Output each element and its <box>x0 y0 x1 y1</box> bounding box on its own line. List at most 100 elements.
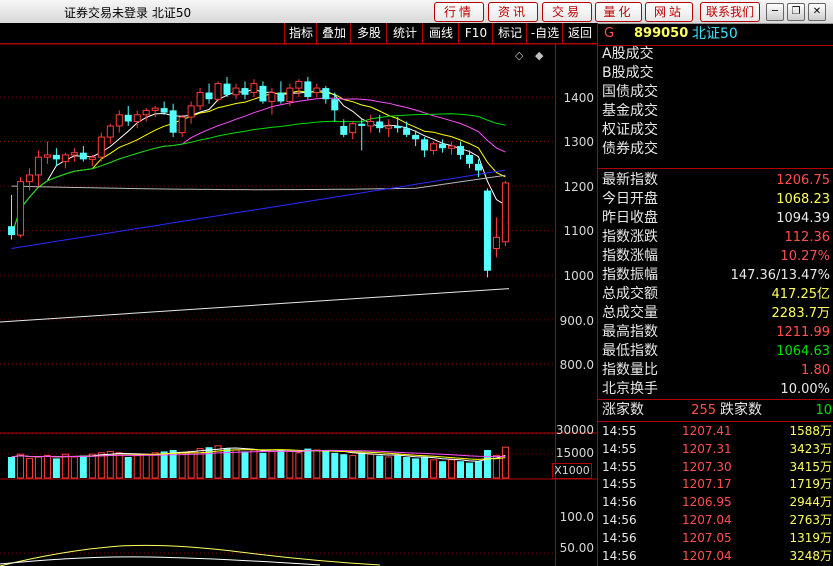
candlesticks <box>8 76 509 278</box>
window-title: 证券交易未登录 北证50 <box>64 6 192 20</box>
tick-row[interactable]: 14:55 1207.30 3415万 <box>598 459 833 477</box>
candle-body <box>394 125 402 129</box>
volume-bar <box>16 453 24 479</box>
volume-bar <box>241 451 249 478</box>
long-term-line <box>0 288 509 323</box>
stat-value: 1.80 <box>801 363 830 378</box>
volume-bar <box>151 452 159 479</box>
volume-bar <box>376 455 384 478</box>
candle <box>52 148 60 167</box>
stat-row: 最低指数 1064.63 <box>598 342 833 361</box>
tick-time: 14:56 <box>602 530 637 545</box>
nav-button-website[interactable]: 网站 <box>645 2 693 22</box>
tool-indicator[interactable]: 指标 <box>284 23 317 43</box>
tick-price: 1207.04 <box>682 512 732 527</box>
tool-draw-line[interactable]: 画线 <box>422 23 459 43</box>
tool-mark[interactable]: 标记 <box>492 23 527 43</box>
nav-button-market[interactable]: 行情 <box>434 2 484 22</box>
candle <box>97 132 105 162</box>
stat-row: 指数量比 1.80 <box>598 361 833 380</box>
tool-overlay[interactable]: 叠加 <box>316 23 351 43</box>
tool-back[interactable]: 返回 <box>562 23 597 43</box>
volume-bar <box>304 448 312 478</box>
tool-statistics[interactable]: 统计 <box>386 23 423 43</box>
candle <box>304 76 312 100</box>
nav-button-trade[interactable]: 交易 <box>542 2 592 22</box>
stat-row: 最高指数 1211.99 <box>598 323 833 342</box>
candle-body <box>70 152 78 156</box>
candle <box>43 141 51 164</box>
candle <box>169 103 177 138</box>
volume-bar <box>439 461 447 478</box>
close-icon[interactable]: ✕ <box>808 3 826 21</box>
volume-bar <box>358 452 366 478</box>
candle-body <box>43 154 51 158</box>
candle-body <box>501 182 509 243</box>
stat-label: 最高指数 <box>602 324 658 340</box>
tick-list[interactable]: 14:55 1207.41 1588万 14:55 1207.31 3423万 14:55 1… <box>598 423 833 565</box>
candle-body <box>250 83 258 94</box>
price-tick-900: 900.0 <box>559 314 594 328</box>
candle <box>160 101 168 115</box>
candle <box>133 110 141 129</box>
volume-bar <box>448 459 456 479</box>
kline-chart[interactable]: ◇ ◆ <box>0 44 597 566</box>
nav-button-news[interactable]: 资讯 <box>488 2 538 22</box>
shrink-icon[interactable]: ◆ <box>535 49 544 62</box>
tick-row[interactable]: 14:56 1207.05 1319万 <box>598 530 833 548</box>
candle-body <box>465 154 473 164</box>
candle-body <box>187 105 195 118</box>
candle-body <box>286 87 294 102</box>
tick-row[interactable]: 14:56 1207.04 3248万 <box>598 548 833 566</box>
candle-body <box>421 139 429 151</box>
tool-remove-watchlist[interactable]: -自选 <box>526 23 563 43</box>
tick-price: 1207.41 <box>682 424 732 438</box>
stat-value: 1068.23 <box>776 192 830 207</box>
nav-button-contact[interactable]: 联系我们 <box>700 2 760 22</box>
volume-bar <box>43 455 51 479</box>
indicator-tick-100: 100.0 <box>559 510 594 524</box>
candle-body <box>430 143 438 151</box>
candle <box>34 150 42 187</box>
stat-value: 112.36 <box>784 230 831 245</box>
tick-price: 1206.95 <box>682 495 732 510</box>
volume-bar <box>322 451 330 478</box>
diamond-icon[interactable]: ◇ <box>515 49 524 62</box>
tick-row[interactable]: 14:55 1207.17 1719万 <box>598 476 833 494</box>
index-stats: 最新指数 1206.75 今日开盘 1068.23 昨日收盘 1094.39 指数涨跌 112… <box>598 171 833 399</box>
volume-bar <box>349 455 357 479</box>
volume-bar <box>483 450 491 478</box>
tick-row[interactable]: 14:55 1207.41 1588万 <box>598 423 833 441</box>
candle <box>61 152 69 169</box>
candle <box>322 85 330 104</box>
title-bar: 证券交易未登录 北证50 行情 资讯 交易 量化 网站 联系我们 ─ ❐ ✕ <box>0 0 833 24</box>
volume-bar <box>70 456 78 479</box>
stat-row: 指数涨跌 112.36 <box>598 228 833 247</box>
tick-price: 1207.31 <box>682 441 732 456</box>
minimize-icon[interactable]: ─ <box>766 3 784 21</box>
restore-icon[interactable]: ❐ <box>787 3 805 21</box>
tick-row[interactable]: 14:56 1206.95 2944万 <box>598 494 833 512</box>
tool-f10[interactable]: F10 <box>458 23 493 43</box>
stat-value: 417.25亿 <box>771 287 831 302</box>
nav-button-quant[interactable]: 量化 <box>595 2 642 22</box>
tool-multi-stock[interactable]: 多股 <box>350 23 387 43</box>
stat-value: 147.36/13.47% <box>730 268 830 283</box>
down-count: 10 <box>815 403 832 418</box>
volume-bar <box>501 446 509 479</box>
candle <box>430 141 438 155</box>
volume-bar <box>268 450 276 479</box>
tick-price: 1207.05 <box>682 530 732 545</box>
tick-volume: 1319万 <box>789 530 832 545</box>
tick-row[interactable]: 14:56 1207.04 2763万 <box>598 512 833 530</box>
stat-label: 指数涨幅 <box>602 248 658 264</box>
tick-row[interactable]: 14:55 1207.31 3423万 <box>598 441 833 459</box>
stat-label: 总成交额 <box>602 286 658 302</box>
candle-body <box>259 85 267 102</box>
tick-volume: 3423万 <box>789 441 832 456</box>
candle-body <box>268 92 276 102</box>
tick-time: 14:56 <box>602 548 637 563</box>
volume-bar <box>313 449 321 479</box>
volume-bar <box>259 452 267 478</box>
volume-bar <box>340 454 348 478</box>
